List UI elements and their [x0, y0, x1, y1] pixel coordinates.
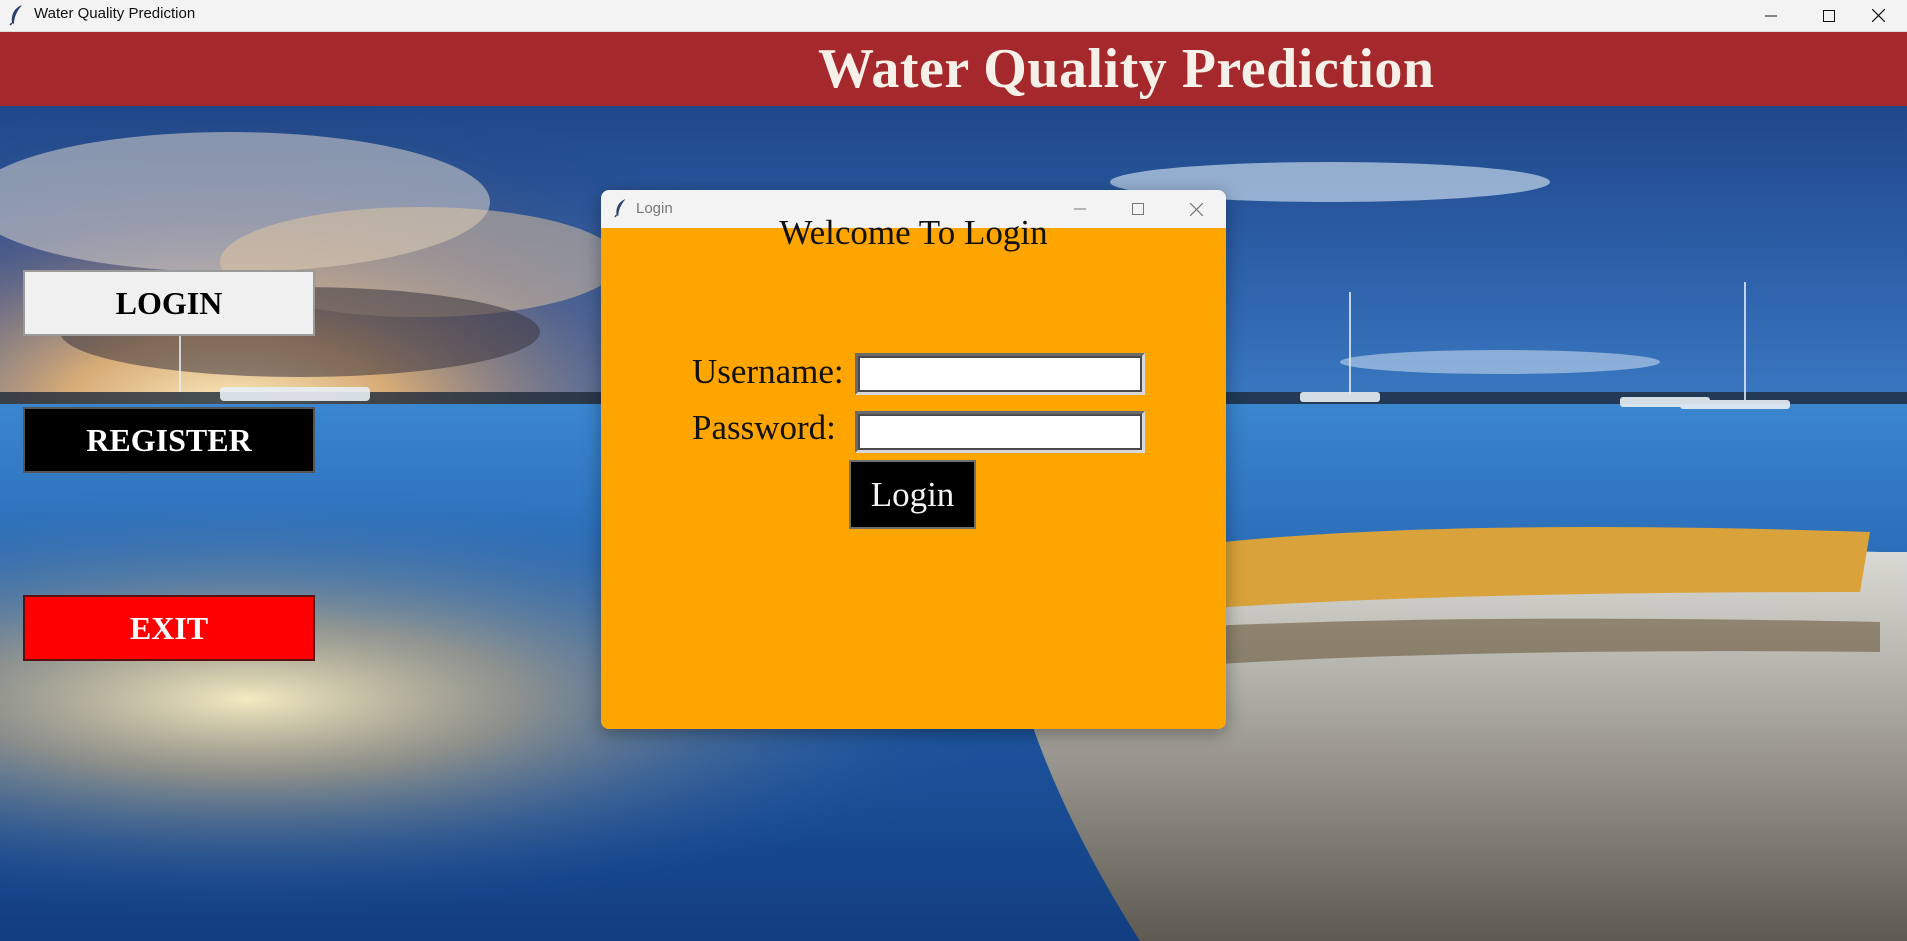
login-button[interactable]: LOGIN [23, 270, 315, 336]
feather-icon [614, 199, 626, 218]
close-icon [1189, 202, 1203, 216]
register-button[interactable]: REGISTER [23, 407, 315, 473]
minimize-icon [1074, 208, 1086, 210]
close-button[interactable] [1849, 0, 1907, 31]
window-title: Water Quality Prediction [34, 5, 196, 22]
dialog-login-button[interactable]: Login [849, 460, 976, 529]
minimize-icon [1765, 15, 1777, 16]
close-icon [1871, 9, 1885, 22]
dialog-maximize-button[interactable] [1109, 190, 1167, 228]
dialog-minimize-button[interactable] [1051, 190, 1109, 228]
page-title: Water Quality Prediction [818, 38, 1435, 100]
title-bar: Water Quality Prediction [0, 0, 1907, 32]
header-banner: Water Quality Prediction [0, 32, 1907, 106]
username-input[interactable] [855, 353, 1145, 395]
minimize-button[interactable] [1742, 0, 1800, 31]
exit-button[interactable]: EXIT [23, 595, 315, 661]
app-window: Water Quality Prediction Water Quality P… [0, 0, 1907, 941]
dialog-title: Login [636, 200, 673, 217]
password-input[interactable] [855, 411, 1145, 453]
dialog-close-button[interactable] [1167, 190, 1225, 228]
feather-icon [9, 5, 22, 26]
maximize-icon [1132, 203, 1144, 215]
maximize-icon [1823, 9, 1835, 22]
dialog-title-bar: Login [601, 190, 1226, 228]
